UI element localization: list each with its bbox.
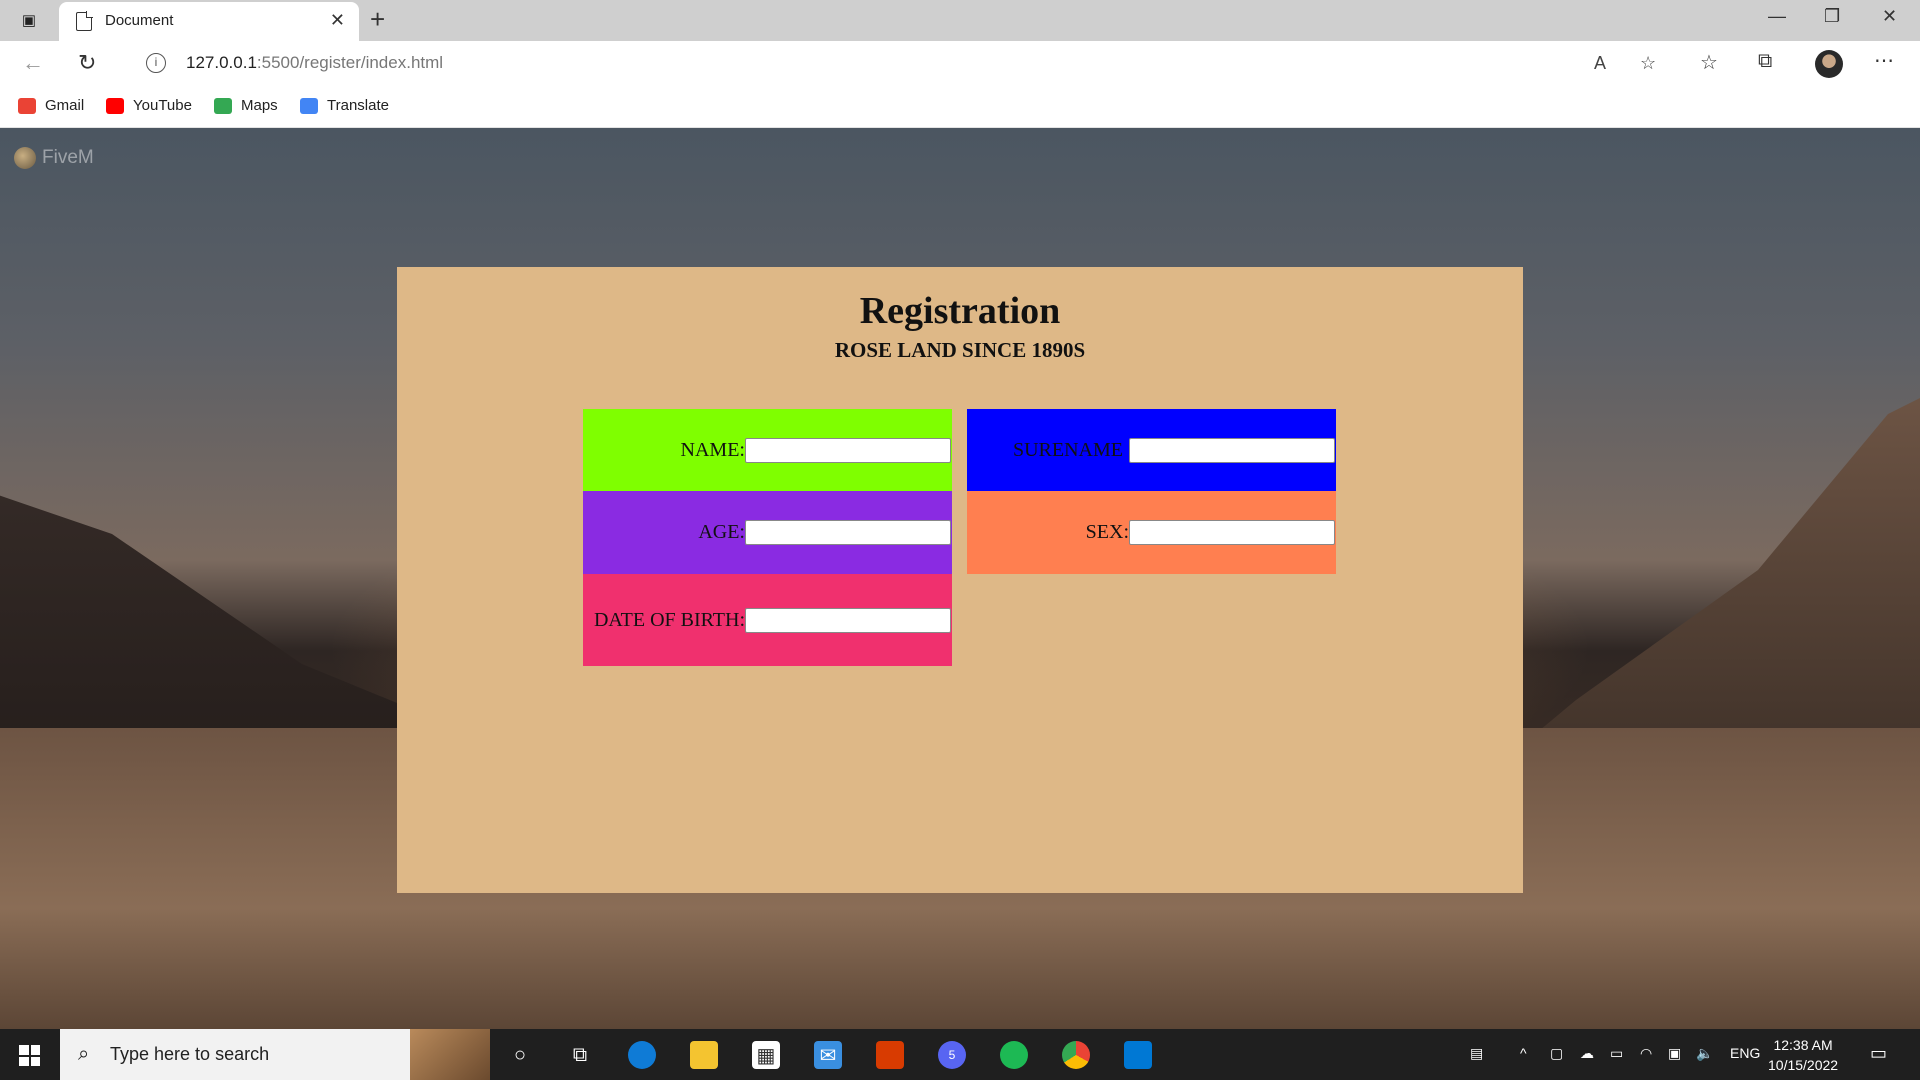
surname-label: SURENAME xyxy=(1012,438,1123,461)
search-placeholder: Type here to search xyxy=(110,1044,270,1064)
youtube-icon xyxy=(106,97,124,114)
tab-title: Document xyxy=(105,12,174,29)
notifications-icon[interactable]: ▭ xyxy=(1870,1043,1887,1064)
page-viewport: FiveM Registration ROSE LAND SINCE 1890S… xyxy=(0,128,1920,1029)
surname-field-cell: SURENAME xyxy=(967,409,1336,491)
store-icon[interactable]: ▦ xyxy=(752,1041,780,1069)
new-tab-button[interactable]: + xyxy=(370,4,385,35)
bookmark-maps[interactable]: Maps xyxy=(214,97,278,114)
news-widget-icon[interactable]: ▤ xyxy=(1470,1045,1483,1062)
back-arrow-icon[interactable]: ← xyxy=(22,50,44,76)
file-explorer-icon[interactable] xyxy=(690,1041,718,1069)
name-label: NAME: xyxy=(680,438,745,461)
fivem-overlay: FiveM xyxy=(14,147,94,169)
gmail-icon xyxy=(18,97,36,114)
clock-date: 10/15/2022 xyxy=(1768,1057,1839,1073)
url-host: 127.0.0.1 xyxy=(186,53,257,72)
wifi-icon[interactable]: ◠ xyxy=(1640,1045,1652,1062)
surname-input[interactable] xyxy=(1129,437,1335,463)
clock-time: 12:38 AM xyxy=(1773,1037,1833,1053)
name-field-cell: NAME: xyxy=(583,409,952,491)
onedrive-icon[interactable]: ☁ xyxy=(1580,1045,1594,1062)
favorites-icon[interactable]: ☆ xyxy=(1700,50,1718,75)
sex-field-cell: SEX: xyxy=(967,491,1336,574)
info-icon[interactable]: i xyxy=(146,53,166,73)
bookmark-label: Translate xyxy=(327,97,389,114)
bookmark-label: Maps xyxy=(241,97,278,114)
page-subtitle: ROSE LAND SINCE 1890S xyxy=(834,338,1086,362)
bookmark-label: Gmail xyxy=(45,97,85,114)
task-view-icon[interactable]: ⧉ xyxy=(566,1041,594,1069)
url-text[interactable]: 127.0.0.1:5500/register/index.html xyxy=(186,53,443,73)
document-icon xyxy=(76,11,93,31)
bookmark-label: YouTube xyxy=(133,97,192,114)
minimize-button[interactable]: — xyxy=(1768,6,1786,27)
age-input[interactable] xyxy=(745,520,951,545)
dob-label: DATE OF BIRTH: xyxy=(593,608,745,631)
add-favorite-icon[interactable]: ☆ xyxy=(1640,53,1656,74)
close-window-button[interactable]: ✕ xyxy=(1882,6,1897,27)
registration-card: Registration ROSE LAND SINCE 1890S NAME:… xyxy=(397,267,1523,893)
taskbar-search[interactable]: ⌕ Type here to search xyxy=(60,1029,490,1080)
dob-field-cell: DATE OF BIRTH: xyxy=(583,574,952,666)
fivem-label: FiveM xyxy=(42,147,94,168)
bookmark-gmail[interactable]: Gmail xyxy=(18,97,84,114)
vscode-icon[interactable] xyxy=(1124,1041,1152,1069)
browser-tab-bar: ▣ Document ✕ + — ❐ ✕ xyxy=(0,0,1920,41)
tab-close-icon[interactable]: ✕ xyxy=(330,10,345,31)
maps-icon xyxy=(214,97,232,114)
profile-avatar[interactable] xyxy=(1815,50,1843,78)
office-icon[interactable] xyxy=(876,1041,904,1069)
search-icon: ⌕ xyxy=(78,1043,90,1065)
sex-input[interactable] xyxy=(1129,520,1335,545)
search-highlight-image xyxy=(410,1029,490,1080)
volume-icon[interactable]: 🔈 xyxy=(1696,1045,1713,1062)
tab-actions-icon[interactable]: ▣ xyxy=(14,8,44,32)
language-indicator[interactable]: ENG xyxy=(1730,1045,1760,1061)
network-icon[interactable]: ▣ xyxy=(1668,1045,1681,1062)
sex-label: SEX: xyxy=(1085,521,1129,543)
url-box[interactable]: i 127.0.0.1:5500/register/index.html A ☆ xyxy=(124,44,1680,82)
bookmark-translate[interactable]: Translate xyxy=(300,97,389,114)
more-menu-icon[interactable]: ⋯ xyxy=(1874,48,1894,73)
cortana-icon[interactable]: ○ xyxy=(506,1041,534,1069)
spotify-icon[interactable] xyxy=(1000,1041,1028,1069)
mail-icon[interactable]: ✉ xyxy=(814,1041,842,1069)
discord-icon[interactable]: 5 xyxy=(938,1041,966,1069)
meet-now-icon[interactable]: ▢ xyxy=(1550,1045,1563,1062)
page-title: Registration xyxy=(859,290,1061,332)
refresh-icon[interactable]: ↻ xyxy=(78,50,96,76)
translate-icon xyxy=(300,97,318,114)
collections-icon[interactable]: ⧉ xyxy=(1758,50,1772,73)
show-hidden-icons-icon[interactable]: ^ xyxy=(1520,1045,1527,1061)
bookmark-youtube[interactable]: YouTube xyxy=(106,97,192,114)
windows-taskbar: ⌕ Type here to search ○ ⧉ ▦ ✉ 5 ▤ ^ ▢ ☁ … xyxy=(0,1029,1920,1080)
fivem-logo-icon xyxy=(14,147,36,169)
restore-button[interactable]: ❐ xyxy=(1824,6,1840,27)
age-label: AGE: xyxy=(698,521,745,543)
dob-input[interactable] xyxy=(745,607,951,633)
address-bar-row: ← ↻ i 127.0.0.1:5500/register/index.html… xyxy=(0,41,1920,85)
read-aloud-icon[interactable]: A xyxy=(1594,53,1606,74)
chrome-icon[interactable] xyxy=(1062,1041,1090,1069)
name-input[interactable] xyxy=(745,437,951,463)
edge-icon[interactable] xyxy=(628,1041,656,1069)
tab-document[interactable]: Document ✕ xyxy=(59,2,359,41)
windows-start-icon[interactable] xyxy=(19,1045,40,1066)
age-field-cell: AGE: xyxy=(583,491,952,574)
discord-badge: 5 xyxy=(948,1048,956,1062)
system-clock[interactable]: 12:38 AM 10/15/2022 xyxy=(1768,1035,1838,1075)
bookmarks-bar: Gmail YouTube Maps Translate xyxy=(0,85,1920,128)
url-path: :5500/register/index.html xyxy=(256,53,444,72)
battery-icon[interactable]: ▭ xyxy=(1610,1045,1623,1062)
